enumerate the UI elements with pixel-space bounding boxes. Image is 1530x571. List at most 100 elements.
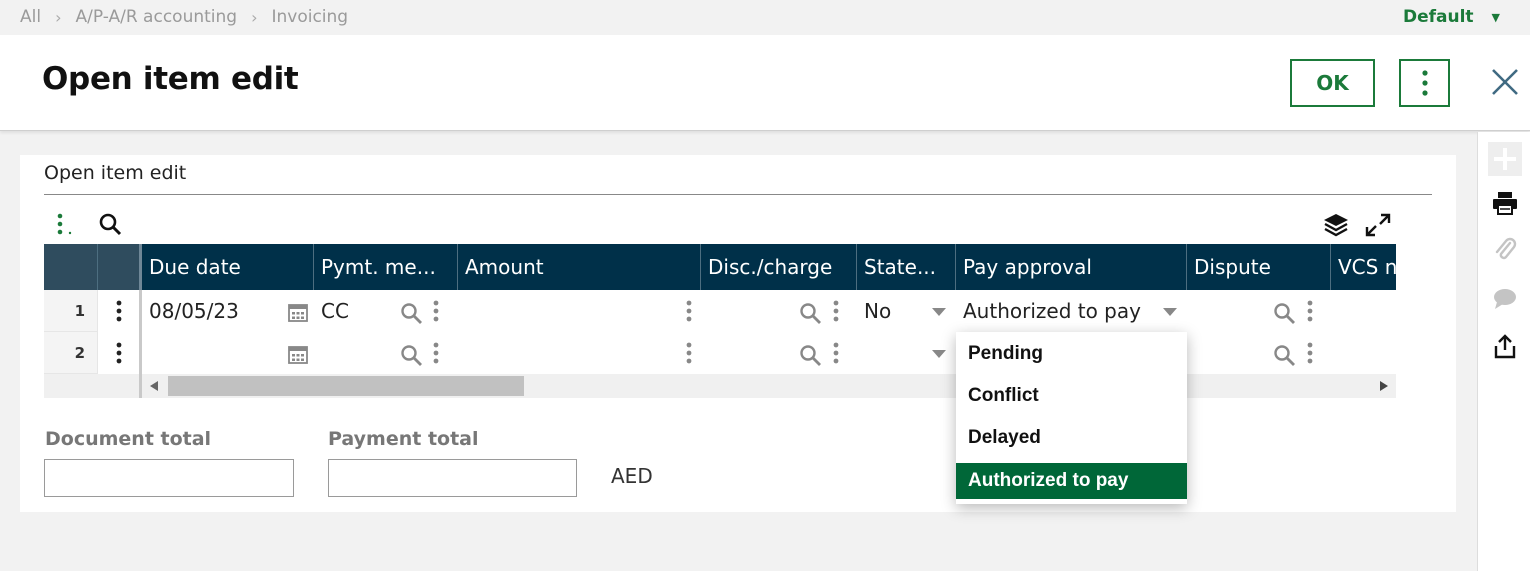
share-icon xyxy=(1494,334,1516,359)
pay-approval-dropdown: Pending Conflict Delayed Authorized to p… xyxy=(956,332,1187,504)
search-icon[interactable] xyxy=(400,302,424,326)
layers-icon xyxy=(1324,214,1348,237)
caret-down-icon[interactable] xyxy=(1163,308,1177,316)
search-icon xyxy=(99,213,122,236)
caret-down-icon[interactable] xyxy=(932,350,946,358)
scroll-right-icon[interactable] xyxy=(1380,381,1388,391)
row-number: 2 xyxy=(44,332,98,374)
search-icon[interactable] xyxy=(400,344,424,368)
search-icon[interactable] xyxy=(799,302,823,326)
open-item-panel: Open item edit Due date Pymt. me... Amou… xyxy=(20,155,1456,512)
breadcrumb-item-all[interactable]: All xyxy=(20,7,41,27)
cell-payment-method[interactable] xyxy=(314,332,384,374)
more-vertical-icon xyxy=(1421,70,1428,96)
cell-due-date[interactable]: 08/05/23 xyxy=(142,290,272,332)
page-header: Open item edit OK xyxy=(0,35,1530,131)
scrollbar-thumb[interactable] xyxy=(168,376,524,396)
search-icon[interactable] xyxy=(1273,302,1297,326)
col-header-vcs[interactable]: VCS n xyxy=(1331,244,1396,290)
scrollbar-left-spacer xyxy=(44,374,142,398)
more-vertical-icon xyxy=(116,300,121,322)
row-menu-button[interactable] xyxy=(98,290,142,332)
col-header-disc-charge[interactable]: Disc./charge xyxy=(701,244,857,290)
close-button[interactable] xyxy=(1488,65,1522,99)
cell-state[interactable]: No xyxy=(857,290,917,332)
option-conflict[interactable]: Conflict xyxy=(956,378,1187,414)
document-total-field[interactable] xyxy=(44,459,294,497)
cell-dispute[interactable] xyxy=(1187,290,1267,332)
view-selector[interactable]: Default ▼ xyxy=(1403,7,1500,27)
more-vertical-icon[interactable] xyxy=(1307,300,1313,322)
expand-icon xyxy=(1365,213,1391,237)
more-vertical-icon xyxy=(116,342,121,364)
col-header-pay-approval[interactable]: Pay approval xyxy=(956,244,1187,290)
search-icon[interactable] xyxy=(1273,344,1297,368)
document-total-label: Document total xyxy=(45,428,212,450)
col-header-payment-method[interactable]: Pymt. me... xyxy=(314,244,458,290)
cell-disc-charge[interactable] xyxy=(701,290,791,332)
col-header-due-date[interactable]: Due date xyxy=(142,244,314,290)
payment-total-label: Payment total xyxy=(328,428,479,450)
more-vertical-icon[interactable] xyxy=(433,300,439,322)
grid-horizontal-scrollbar[interactable] xyxy=(44,374,1396,398)
caret-down-icon: ▼ xyxy=(1491,10,1500,24)
cell-amount[interactable] xyxy=(458,290,658,332)
table-row: 1 08/05/23 CC No Authorized to pay xyxy=(44,290,1396,332)
cell-pay-approval[interactable]: Authorized to pay xyxy=(956,290,1156,332)
breadcrumb: All › A/P-A/R accounting › Invoicing xyxy=(20,7,348,27)
col-header-state[interactable]: State... xyxy=(857,244,956,290)
cell-disc-charge[interactable] xyxy=(701,332,791,374)
more-vertical-icon[interactable] xyxy=(433,342,439,364)
row-number: 1 xyxy=(44,290,98,332)
chevron-right-icon: › xyxy=(251,7,258,27)
panel-title: Open item edit xyxy=(44,162,187,184)
row-menu-button[interactable] xyxy=(98,332,142,374)
more-vertical-icon[interactable] xyxy=(833,342,839,364)
cell-state[interactable] xyxy=(857,332,917,374)
option-pending[interactable]: Pending xyxy=(956,336,1187,372)
grid-menu-button[interactable] xyxy=(56,213,76,237)
cell-amount[interactable] xyxy=(458,332,658,374)
calendar-icon[interactable] xyxy=(287,343,309,365)
option-delayed[interactable]: Delayed xyxy=(956,420,1187,456)
breadcrumb-item-invoicing[interactable]: Invoicing xyxy=(271,7,348,27)
share-button[interactable] xyxy=(1488,330,1522,364)
grid-expand-button[interactable] xyxy=(1364,212,1392,238)
more-vertical-icon[interactable] xyxy=(1307,342,1313,364)
open-items-grid: Due date Pymt. me... Amount Disc./charge… xyxy=(44,244,1396,400)
col-header-dispute[interactable]: Dispute xyxy=(1187,244,1331,290)
calendar-icon[interactable] xyxy=(287,301,309,323)
scroll-left-icon[interactable] xyxy=(150,381,158,391)
breadcrumb-item-ap-ar[interactable]: A/P-A/R accounting xyxy=(75,7,237,27)
print-button[interactable] xyxy=(1488,186,1522,220)
panel-divider xyxy=(44,194,1432,195)
grid-search-button[interactable] xyxy=(98,212,124,238)
col-header-amount[interactable]: Amount xyxy=(458,244,701,290)
ok-button[interactable]: OK xyxy=(1290,59,1375,107)
attachment-icon xyxy=(1495,237,1517,260)
attachment-button[interactable] xyxy=(1488,233,1522,267)
page-title: Open item edit xyxy=(42,61,299,97)
plus-icon xyxy=(1488,142,1522,176)
comment-icon xyxy=(1494,289,1516,309)
right-action-bar xyxy=(1477,132,1530,571)
add-button[interactable] xyxy=(1488,142,1522,176)
payment-total-field[interactable] xyxy=(328,459,577,497)
view-selector-label: Default xyxy=(1402,7,1474,27)
more-actions-button[interactable] xyxy=(1399,59,1450,107)
grid-header-row: Due date Pymt. me... Amount Disc./charge… xyxy=(44,244,1396,290)
caret-down-icon[interactable] xyxy=(932,308,946,316)
more-vertical-icon[interactable] xyxy=(686,342,692,364)
search-icon[interactable] xyxy=(799,344,823,368)
option-authorized-to-pay[interactable]: Authorized to pay xyxy=(956,463,1187,499)
grid-layers-button[interactable] xyxy=(1322,212,1350,238)
chevron-right-icon: › xyxy=(55,7,62,27)
more-vertical-icon[interactable] xyxy=(686,300,692,322)
header-row-menu xyxy=(98,244,142,290)
cell-dispute[interactable] xyxy=(1187,332,1267,374)
cell-payment-method[interactable]: CC xyxy=(314,290,384,332)
comment-button[interactable] xyxy=(1488,282,1522,316)
more-vertical-icon[interactable] xyxy=(833,300,839,322)
cell-due-date[interactable] xyxy=(142,332,272,374)
table-row: 2 xyxy=(44,332,1396,374)
